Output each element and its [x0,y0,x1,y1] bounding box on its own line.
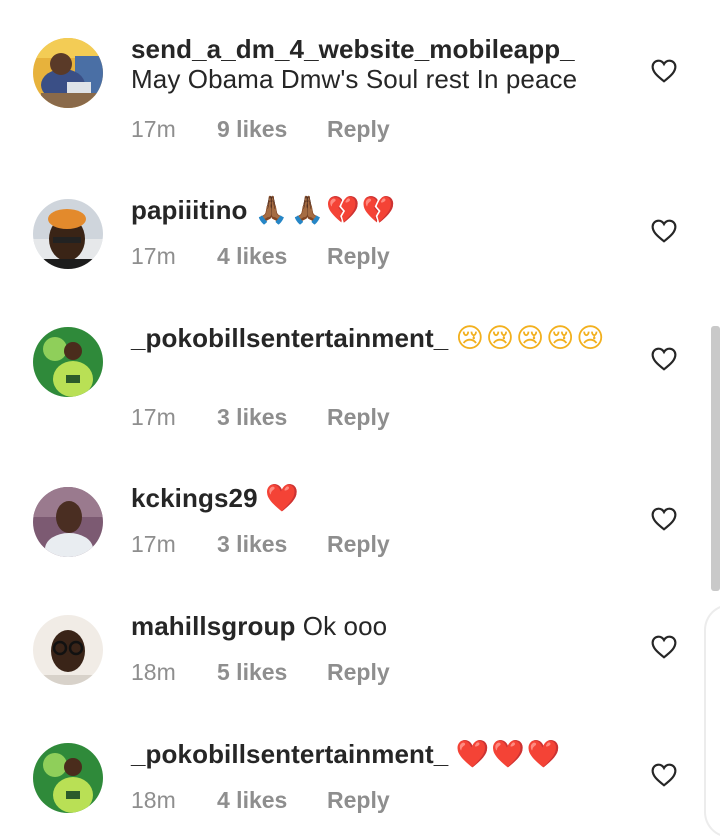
comment-meta: 17m 3 likes Reply [131,404,390,431]
comment-text: kckings29 ❤️ [131,483,641,514]
like-heart-icon[interactable] [651,507,677,531]
comment-meta: 17m 4 likes Reply [131,243,390,270]
avatar[interactable] [33,327,103,397]
comment-username[interactable]: kckings29 [131,483,258,513]
comment-text: _pokobillsentertainment_ ❤️❤️❤️ [131,739,641,770]
likes-count[interactable]: 4 likes [217,787,327,814]
avatar[interactable] [33,743,103,813]
avatar[interactable] [33,615,103,685]
comment-text: mahillsgroup Ok ooo [131,611,641,641]
likes-count[interactable]: 3 likes [217,531,327,558]
comment-text: _pokobillsentertainment_ 😢😢😢😢😢 [131,323,641,354]
avatar[interactable] [33,38,103,108]
man-with-laptop-avatar-icon [33,38,103,108]
avatar[interactable] [33,199,103,269]
like-heart-icon[interactable] [651,635,677,659]
like-heart-icon[interactable] [651,347,677,371]
comment-meta: 17m 3 likes Reply [131,531,390,558]
reply-button[interactable]: Reply [327,243,390,270]
comment-text: send_a_dm_4_website_mobileapp_ May Obama… [131,34,641,94]
comment-emoji: ❤️❤️❤️ [455,739,563,770]
comment-username[interactable]: _pokobillsentertainment_ [131,323,448,353]
comment-time: 17m [131,404,176,430]
comment-emoji: 🙏🏾🙏🏾💔💔 [254,195,398,226]
comment-emoji: 😢😢😢😢😢 [455,323,607,354]
comment-time: 17m [131,243,176,269]
basketball-player-avatar-icon [33,327,103,397]
like-heart-icon[interactable] [651,59,677,83]
man-with-glasses-avatar-icon [33,615,103,685]
comment-username[interactable]: mahillsgroup [131,611,295,641]
young-man-avatar-icon [33,487,103,557]
likes-count[interactable]: 5 likes [217,659,327,686]
reply-button[interactable]: Reply [327,787,390,814]
likes-count[interactable]: 4 likes [217,243,327,270]
like-heart-icon[interactable] [651,763,677,787]
comment-username[interactable]: send_a_dm_4_website_mobileapp_ [131,34,575,64]
reply-button[interactable]: Reply [327,659,390,686]
reply-button[interactable]: Reply [327,404,390,431]
comment-username[interactable]: papiiitino [131,195,248,225]
reply-button[interactable]: Reply [327,531,390,558]
comment-time: 18m [131,659,176,685]
orange-hair-avatar-icon [33,199,103,269]
comment-time: 18m [131,787,176,813]
likes-count[interactable]: 9 likes [217,116,327,143]
comment-meta: 17m 9 likes Reply [131,116,390,143]
comment-text: papiiitino 🙏🏾🙏🏾💔💔 [131,195,641,226]
likes-count[interactable]: 3 likes [217,404,327,431]
comment-body: May Obama Dmw's Soul rest In peace [131,64,578,94]
reply-button[interactable]: Reply [327,116,390,143]
comment-meta: 18m 5 likes Reply [131,659,390,686]
comment-username[interactable]: _pokobillsentertainment_ [131,739,448,769]
comment-emoji: ❤️ [264,483,301,514]
like-heart-icon[interactable] [651,219,677,243]
basketball-player-avatar-icon [33,743,103,813]
comment-body: Ok ooo [302,611,388,641]
scrollbar[interactable] [711,326,720,591]
side-panel-edge [704,604,720,838]
comment-time: 17m [131,116,176,142]
avatar[interactable] [33,487,103,557]
comment-meta: 18m 4 likes Reply [131,787,390,814]
comment-time: 17m [131,531,176,557]
